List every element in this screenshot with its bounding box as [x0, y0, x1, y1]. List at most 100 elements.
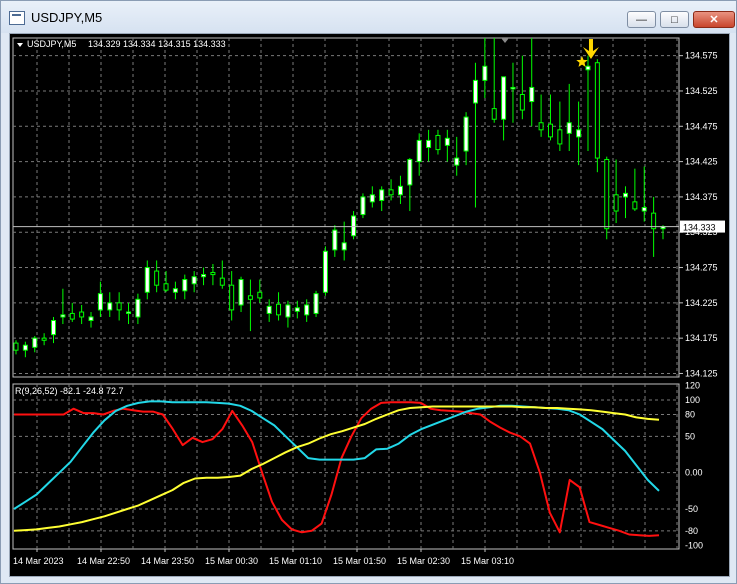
price-tick-label: 134.575	[685, 51, 718, 61]
time-axis-label: 15 Mar 02:30	[397, 556, 450, 566]
candle-body	[97, 293, 103, 311]
candle	[247, 279, 253, 332]
chart-shift-marker	[501, 38, 509, 43]
candle	[519, 55, 525, 120]
candle-body	[594, 62, 600, 159]
candle	[397, 175, 403, 204]
candle	[613, 159, 619, 224]
price-tick-label: 134.125	[685, 368, 718, 378]
title-bar[interactable]: USDJPY,M5 — □ ✕	[1, 1, 736, 33]
candle-body	[379, 189, 385, 201]
candle-body	[519, 94, 525, 111]
candle	[172, 281, 178, 300]
candle	[238, 276, 244, 313]
chart-area[interactable]: 134.575 134.525 134.475 134.425 134.375 134.3…	[9, 33, 730, 577]
indicator-series	[13, 400, 660, 537]
chart-symbol-label: USDJPY,M5	[27, 39, 76, 49]
candle-body	[547, 123, 553, 138]
chart-canvas[interactable]: 134.575 134.525 134.475 134.425 134.375 134.3…	[10, 34, 729, 576]
candle-body	[163, 283, 169, 291]
indicator-tick-label: 50	[685, 431, 695, 441]
candle	[126, 302, 132, 325]
time-axis-label: 14 Mar 22:50	[77, 556, 130, 566]
time-axis-label: 15 Mar 01:10	[269, 556, 322, 566]
minimize-button[interactable]: —	[627, 11, 656, 28]
candle	[360, 193, 366, 219]
candle-body	[229, 284, 235, 311]
chart-window-icon	[9, 11, 25, 25]
candle	[501, 76, 507, 141]
candle-body	[632, 201, 638, 210]
indicator-tick-label: -50	[685, 504, 698, 514]
candle-body	[351, 215, 357, 237]
price-tick-label: 134.475	[685, 121, 718, 131]
price-tick-label: 134.275	[685, 263, 718, 273]
candle-body	[576, 129, 582, 138]
candle-body	[313, 293, 319, 314]
candle-body	[622, 192, 628, 198]
candle	[351, 211, 357, 240]
indicator-label: R(9,26,52) -82.1 -24.8 72.7	[15, 386, 124, 396]
close-button[interactable]: ✕	[693, 11, 735, 28]
candle-body	[257, 291, 263, 299]
candle-body	[116, 302, 122, 311]
candle	[510, 62, 516, 123]
candle-body	[472, 79, 478, 104]
candle	[13, 340, 19, 355]
candle-body	[79, 311, 85, 318]
candle-body	[322, 250, 328, 293]
star-icon	[576, 56, 588, 67]
candle	[566, 83, 572, 151]
price-tick-label: 134.425	[685, 157, 718, 167]
candle	[285, 300, 291, 328]
candle-body	[426, 139, 432, 148]
candle-body	[32, 337, 38, 348]
time-axis-label: 15 Mar 00:30	[205, 556, 258, 566]
candle	[88, 312, 94, 328]
candle-body	[22, 344, 28, 351]
indicator-tick-label: 120	[685, 380, 700, 390]
candle	[529, 38, 535, 127]
candle-body	[613, 194, 619, 212]
candle	[594, 59, 600, 173]
candle	[454, 136, 460, 176]
price-tick-label: 134.525	[685, 86, 718, 96]
candle-body	[435, 134, 441, 151]
candle-body	[585, 65, 591, 71]
candle	[32, 336, 38, 353]
candle-body	[566, 122, 572, 134]
time-axis-label: 15 Mar 01:50	[333, 556, 386, 566]
candle	[116, 292, 122, 321]
candle-body	[641, 207, 647, 212]
indicator-tick-label: -80	[685, 526, 698, 536]
indicator-line-2	[13, 400, 660, 510]
candle	[79, 304, 85, 325]
candle-body	[510, 86, 516, 90]
candle	[444, 129, 450, 162]
candle-body	[369, 194, 375, 203]
candle	[322, 246, 328, 296]
candle	[407, 158, 413, 212]
candle-body	[397, 185, 403, 196]
maximize-button[interactable]: □	[660, 11, 689, 28]
candle	[107, 292, 113, 317]
candle-body	[538, 122, 544, 131]
indicator-line-1	[14, 401, 660, 537]
candlestick-series	[13, 38, 666, 358]
candle-body	[135, 298, 141, 318]
candle	[472, 62, 478, 208]
candle	[22, 341, 28, 358]
candle-body	[463, 116, 469, 152]
price-tick-label: 134.225	[685, 298, 718, 308]
candle-body	[454, 157, 460, 166]
candle	[369, 186, 375, 208]
candle	[41, 333, 47, 346]
candle-body	[266, 305, 272, 314]
candle-body	[388, 189, 394, 196]
chart-window: USDJPY,M5 — □ ✕ 134.575 134.525 134.475 134…	[0, 0, 737, 584]
chart-menu-icon	[17, 43, 23, 47]
candle	[332, 225, 338, 257]
candle	[229, 271, 235, 321]
candle-body	[69, 312, 75, 320]
candle-body	[360, 196, 366, 216]
